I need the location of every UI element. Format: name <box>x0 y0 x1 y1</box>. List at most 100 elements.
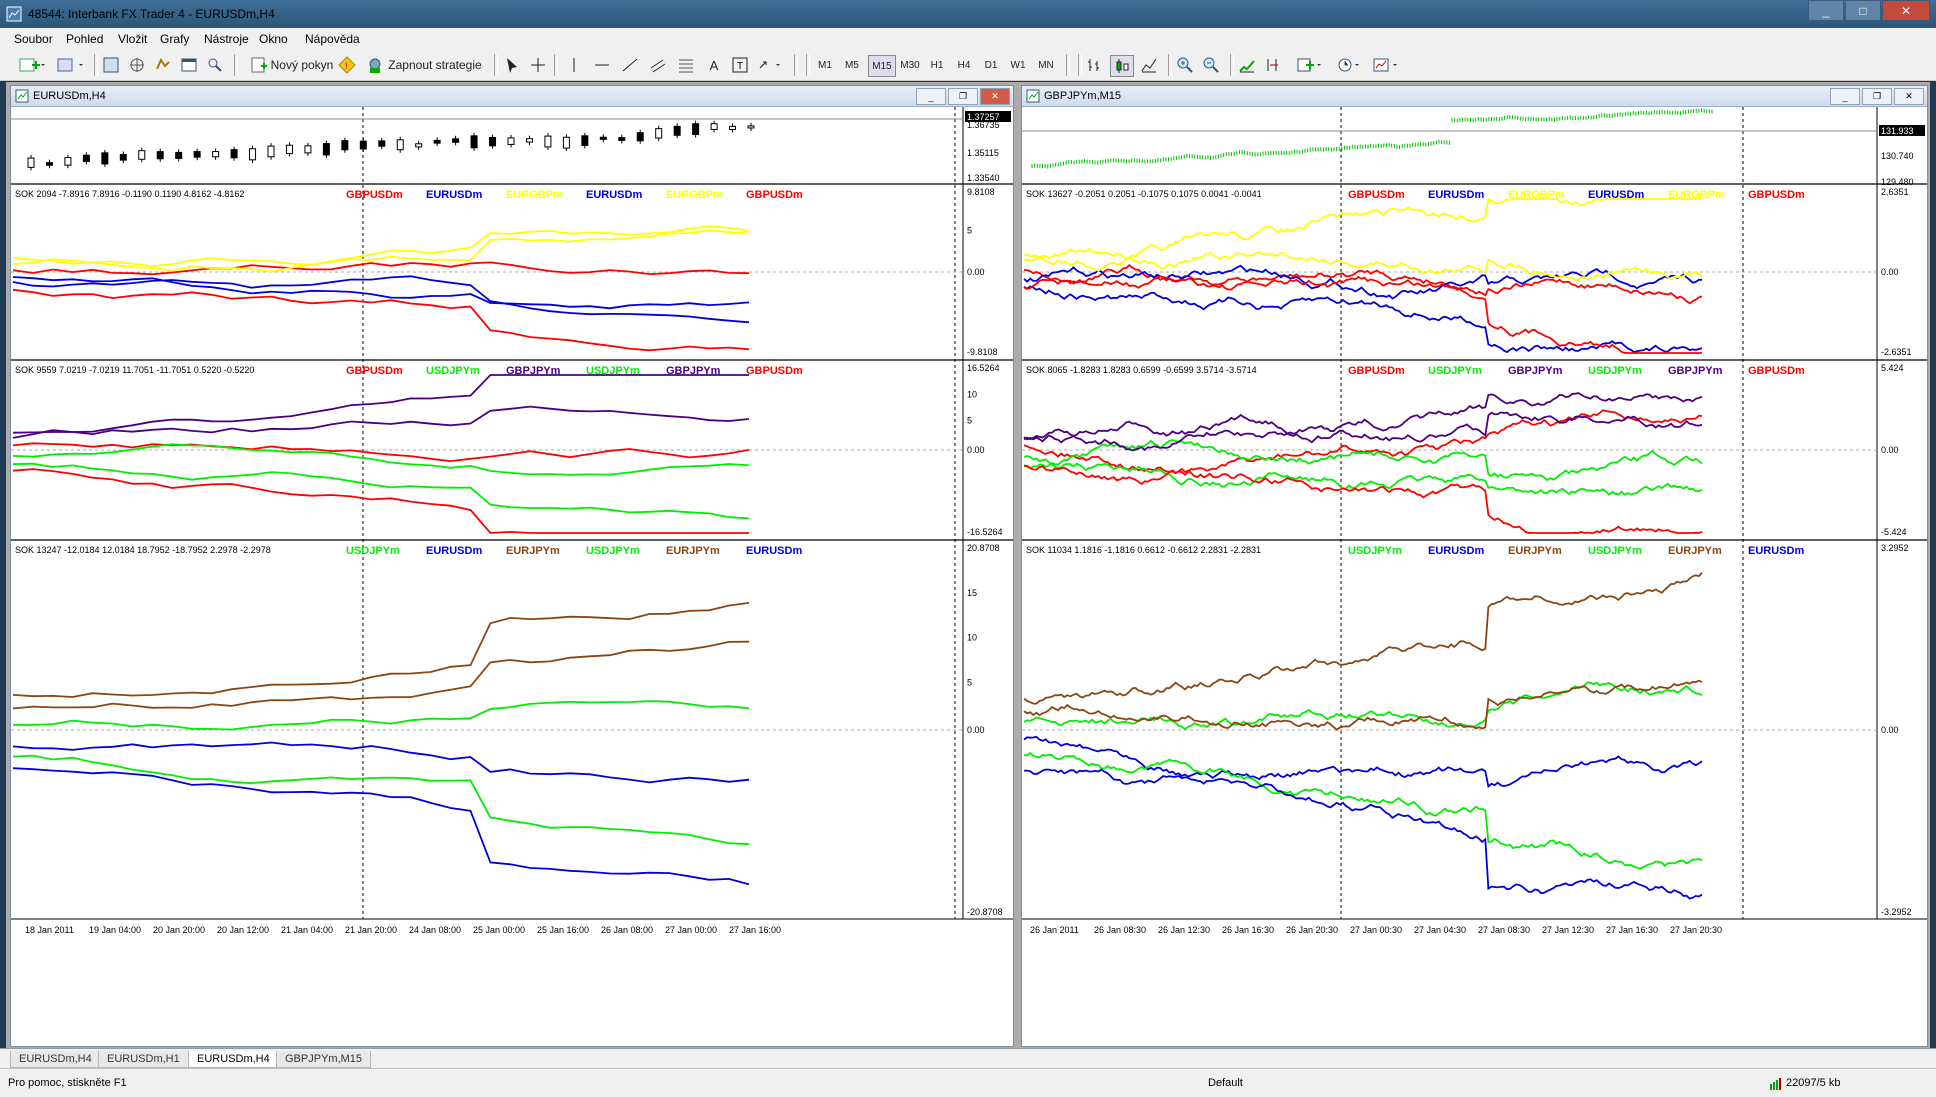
legend-label: EURJPYm <box>1668 545 1722 557</box>
zoom-in-icon[interactable] <box>1174 55 1196 75</box>
chart-window-titlebar[interactable]: GBPJPYm,M15 _ ❐ ✕ <box>1022 86 1927 107</box>
period-m30[interactable]: M30 <box>897 55 923 75</box>
time-label: 21 Jan 20:00 <box>345 925 397 935</box>
menu-window[interactable]: Okno <box>259 32 288 46</box>
horizontal-line-icon[interactable] <box>592 55 612 75</box>
chart-close-button[interactable]: ✕ <box>980 88 1010 105</box>
legend-label: USDJPYm <box>586 545 640 557</box>
new-chart-icon[interactable] <box>16 55 48 75</box>
terminal-icon[interactable] <box>178 55 200 75</box>
expert-advisors-button[interactable]: Zapnout strategie <box>362 55 486 75</box>
scale-label: 0.00 <box>967 267 985 277</box>
tester-icon[interactable] <box>204 55 226 75</box>
fibonacci-icon[interactable] <box>676 55 696 75</box>
legend-label: EURUSDm <box>1748 545 1804 557</box>
time-label: 26 Jan 16:30 <box>1222 925 1274 935</box>
indicator-line <box>12 443 750 476</box>
period-h1[interactable]: H1 <box>926 55 948 75</box>
legend-label: GBPJPYm <box>1668 365 1723 377</box>
chart-window-titlebar[interactable]: EURUSDm,H4 _ ❐ ✕ <box>11 86 1013 107</box>
indicator-line <box>12 261 750 276</box>
legend-label: EURUSDm <box>426 189 482 201</box>
chart-close-button[interactable]: ✕ <box>1894 88 1924 105</box>
chart-canvas[interactable]: 1.372571.367351.351151.33540SOK 2094 -7.… <box>11 107 1013 1047</box>
svg-text:T: T <box>737 61 743 72</box>
line-chart-icon[interactable] <box>1138 55 1160 75</box>
legend-label: GBPUSDm <box>746 365 803 377</box>
window-titlebar[interactable]: 48544: Interbank FX Trader 4 - EURUSDm,H… <box>0 0 1936 28</box>
indicator-info: SOK 11034 1.1816 -1.1816 0.6612 -0.6612 … <box>1026 545 1261 555</box>
text-label-icon[interactable]: T <box>730 55 750 75</box>
trendline-icon[interactable] <box>620 55 640 75</box>
price-label: 1.33540 <box>967 173 1000 183</box>
candle <box>119 153 127 161</box>
chart-restore-button[interactable]: ❐ <box>948 88 978 105</box>
candle <box>249 148 257 161</box>
market-watch-icon[interactable] <box>100 55 122 75</box>
indicator-line <box>1023 392 1703 441</box>
menu-bar: Soubor Pohled Vložit Grafy Nástroje Okno… <box>0 28 1936 50</box>
zoom-out-icon[interactable] <box>1200 55 1222 75</box>
scale-label: 0.00 <box>1881 725 1899 735</box>
close-button[interactable]: ✕ <box>1882 0 1930 21</box>
data-window-icon[interactable] <box>126 55 148 75</box>
menu-help[interactable]: Nápověda <box>305 32 360 46</box>
period-w1[interactable]: W1 <box>1007 55 1029 75</box>
tab-eurusdm-h4-active[interactable]: EURUSDm,H4 <box>188 1051 279 1068</box>
scale-label: 0.00 <box>967 725 985 735</box>
time-label: 27 Jan 20:30 <box>1670 925 1722 935</box>
period-m1[interactable]: M1 <box>814 55 836 75</box>
candle <box>489 136 497 147</box>
menu-charts[interactable]: Grafy <box>160 32 189 46</box>
arrows-icon[interactable] <box>756 55 786 75</box>
minimize-button[interactable]: _ <box>1808 0 1844 21</box>
period-h4[interactable]: H4 <box>953 55 975 75</box>
bar-chart-icon[interactable] <box>1084 55 1106 75</box>
tab-eurusdm-h4[interactable]: EURUSDm,H4 <box>10 1051 101 1068</box>
autoscroll-icon[interactable] <box>1236 55 1258 75</box>
indicator-info: SOK 9559 7.0219 -7.0219 11.7051 -11.7051… <box>15 365 254 375</box>
scale-label: -3.2952 <box>1881 907 1912 917</box>
price-label: 1.35115 <box>967 148 999 158</box>
indicator-info: SOK 8065 -1.8283 1.8283 0.6599 -0.6599 3… <box>1026 365 1257 375</box>
period-d1[interactable]: D1 <box>980 55 1002 75</box>
indicator-line <box>12 276 750 310</box>
scale-label: 15 <box>967 588 977 598</box>
chart-window-gbpjpy-m15[interactable]: GBPJPYm,M15 _ ❐ ✕ 131.933 130.740 129.480 S… <box>1021 85 1928 1047</box>
chart-window-eurusd-h4[interactable]: EURUSDm,H4 _ ❐ ✕ 1.37257 1.36735 1.35115 1.… <box>10 85 1014 1047</box>
indicator-line <box>12 288 750 352</box>
scale-label: 3.2952 <box>1881 543 1909 553</box>
chart-minimize-button[interactable]: _ <box>1830 88 1860 105</box>
menu-insert[interactable]: Vložit <box>118 32 147 46</box>
candlestick-icon[interactable] <box>1110 55 1134 77</box>
chart-shift-icon[interactable] <box>1262 55 1284 75</box>
navigator-icon[interactable] <box>152 55 174 75</box>
chart-canvas[interactable]: 131.933 130.740 129.480 SOK 13627 -0.2051 0… <box>1022 107 1927 1047</box>
time-label: 26 Jan 2011 <box>1030 925 1079 935</box>
periodicity-icon[interactable] <box>1334 55 1366 75</box>
metaeditor-icon[interactable]: ! <box>336 55 358 75</box>
tab-eurusdm-h1[interactable]: EURUSDm,H1 <box>98 1051 189 1068</box>
period-mn[interactable]: MN <box>1034 55 1058 75</box>
channel-icon[interactable] <box>648 55 668 75</box>
chart-restore-button[interactable]: ❐ <box>1862 88 1892 105</box>
crosshair-icon[interactable] <box>528 55 548 75</box>
templates-icon[interactable] <box>1370 55 1402 75</box>
indicator-line <box>12 275 750 324</box>
text-icon[interactable]: A <box>704 55 724 75</box>
chart-minimize-button[interactable]: _ <box>916 88 946 105</box>
maximize-button[interactable]: □ <box>1845 0 1881 21</box>
cursor-icon[interactable] <box>502 55 522 75</box>
menu-file[interactable]: Soubor <box>14 32 53 46</box>
profiles-icon[interactable] <box>54 55 86 75</box>
period-m15[interactable]: M15 <box>868 55 896 77</box>
new-order-button[interactable]: Nový pokyn <box>242 55 342 75</box>
period-m5[interactable]: M5 <box>841 55 863 75</box>
menu-tools[interactable]: Nástroje <box>204 32 249 46</box>
indicators-icon[interactable] <box>1294 55 1326 75</box>
tab-gbpjpym-m15[interactable]: GBPJPYm,M15 <box>276 1051 372 1068</box>
menu-view[interactable]: Pohled <box>66 32 103 46</box>
status-bar: Pro pomoc, stiskněte F1 Default 22097/5 … <box>0 1068 1936 1097</box>
time-label: 27 Jan 16:30 <box>1606 925 1658 935</box>
vertical-line-icon[interactable] <box>564 55 584 75</box>
